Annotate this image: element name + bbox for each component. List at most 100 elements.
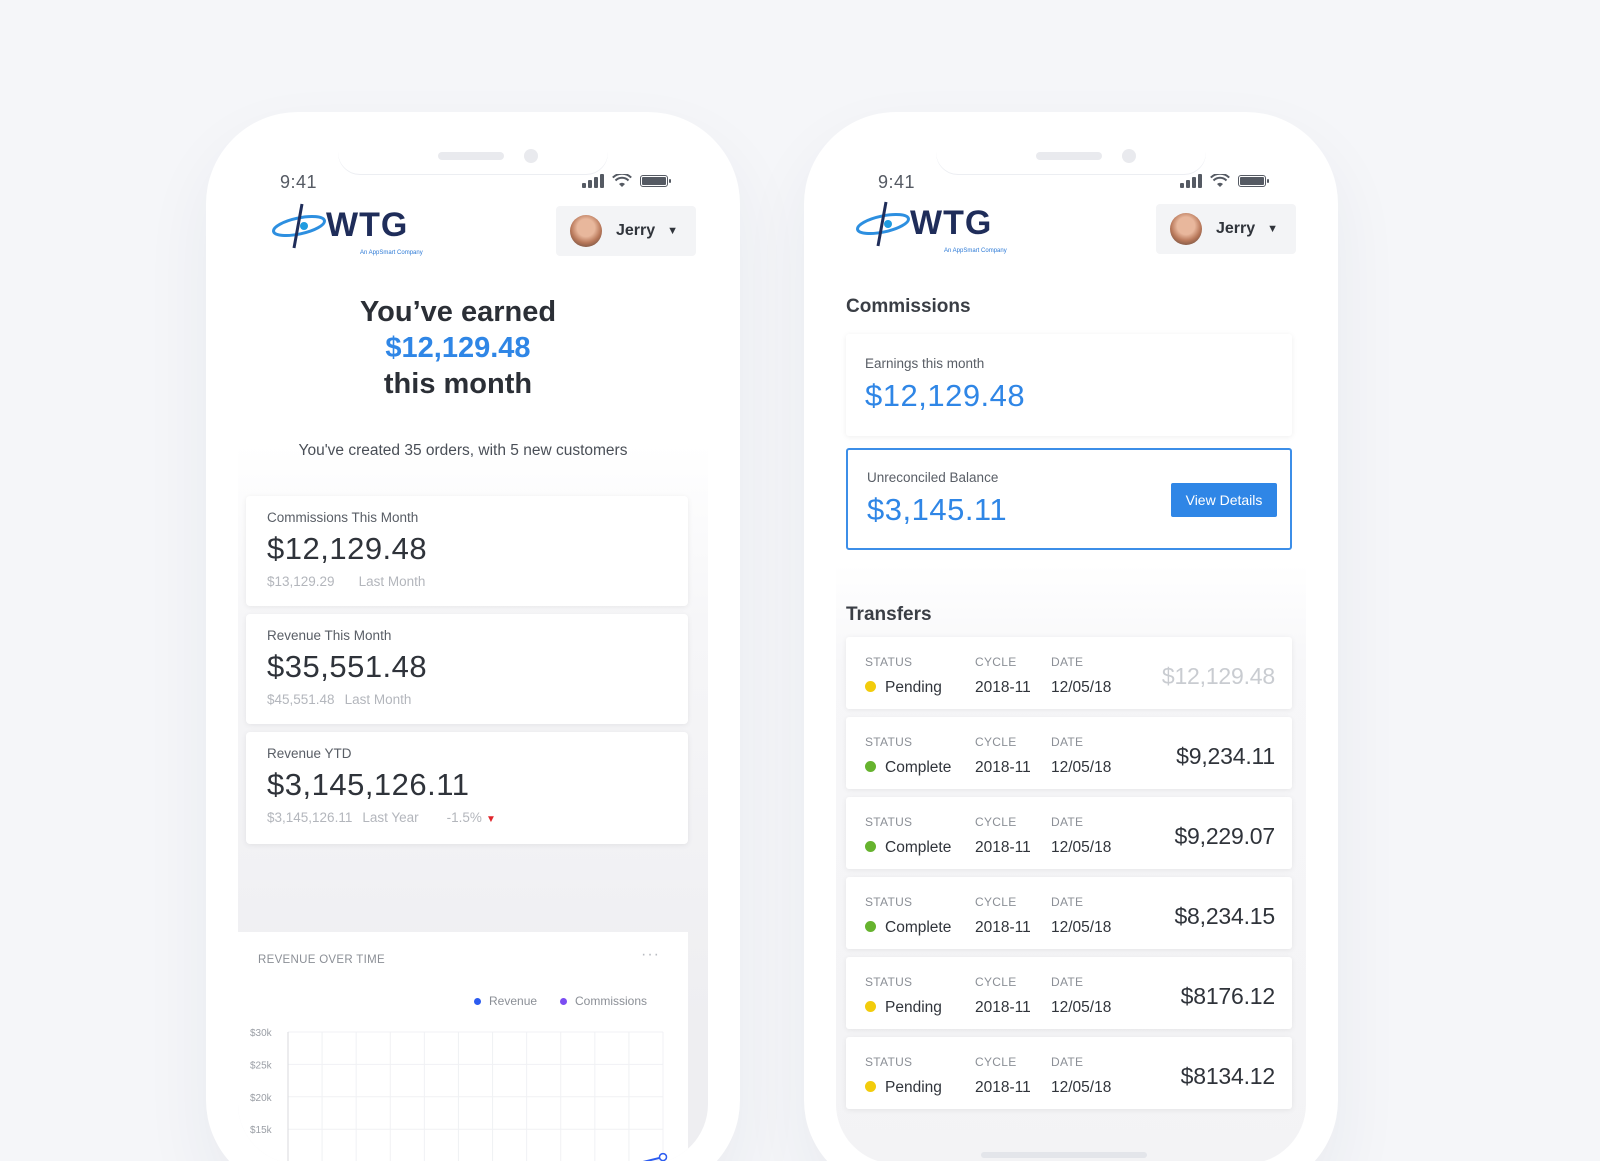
transfer-status: Pending <box>885 1079 942 1096</box>
cycle-header: CYCLE <box>975 735 1017 749</box>
stat-previous-value: $3,145,126.11 <box>267 810 353 825</box>
view-details-button[interactable]: View Details <box>1171 483 1277 517</box>
status-dot-icon <box>865 921 876 932</box>
stat-card-revenue-ytd[interactable]: Revenue YTD $3,145,126.11 $3,145,126.11 L… <box>246 732 688 844</box>
status-header: STATUS <box>865 975 913 989</box>
stat-label: Revenue This Month <box>267 628 392 643</box>
transfer-status: Complete <box>885 919 952 936</box>
transfers-title: Transfers <box>846 604 932 625</box>
cycle-header: CYCLE <box>975 895 1017 909</box>
transfer-cycle: 2018-11 <box>975 679 1031 696</box>
y-tick-label: $10k <box>250 1158 273 1161</box>
y-tick-label: $15k <box>250 1125 273 1136</box>
stat-previous-label: Last Month <box>344 692 412 707</box>
transfer-cycle: 2018-11 <box>975 759 1031 776</box>
revenue-chart: $30k $25k $20k $15k $10k <box>250 1028 668 1161</box>
battery-icon <box>640 175 671 187</box>
hero-line-1: You’ve earned <box>359 296 557 328</box>
transfer-amount: $8,234.15 <box>1174 903 1275 929</box>
revenue-area <box>646 1157 663 1161</box>
stat-footer: $3,145,126.11 Last Year -1.5% ▼ <box>267 810 667 825</box>
transfer-row[interactable]: STATUS CYCLE DATE Complete 2018-11 12/05/18 $9… <box>846 797 1292 869</box>
status-time: 9:41 <box>878 172 916 192</box>
unreconciled-amount: $3,145.11 <box>867 492 1008 527</box>
stat-value: $12,129.48 <box>267 531 428 566</box>
transfer-cycle: 2018-11 <box>975 999 1031 1016</box>
avatar <box>570 215 602 247</box>
date-header: DATE <box>1051 735 1084 749</box>
transfer-amount: $9,229.07 <box>1174 823 1275 849</box>
transfer-amount: $8176.12 <box>1180 983 1276 1009</box>
transfer-row[interactable]: STATUS CYCLE DATE Pending 2018-11 12/05/18 $81… <box>846 1037 1292 1109</box>
transfer-cycle: 2018-11 <box>975 839 1031 856</box>
status-header: STATUS <box>865 895 913 909</box>
stat-previous-value: $13,129.29 <box>267 574 335 589</box>
stat-value: $35,551.48 <box>267 649 428 684</box>
transfer-status: Complete <box>885 759 952 776</box>
transfer-cycle: 2018-11 <box>975 919 1031 936</box>
battery-icon <box>1238 175 1269 187</box>
status-header: STATUS <box>865 735 913 749</box>
hero-line-3: this month <box>383 368 533 400</box>
speaker <box>438 152 504 160</box>
avatar <box>1170 213 1202 245</box>
stat-label: Revenue YTD <box>267 746 352 761</box>
orders-summary: You've created 35 orders, with 5 new cus… <box>298 442 628 459</box>
transfer-row[interactable]: STATUS CYCLE DATE Complete 2018-11 12/05/18 $9… <box>846 717 1292 789</box>
notch <box>338 144 608 174</box>
user-name: Jerry <box>1216 220 1256 237</box>
stat-footer: $13,129.29 Last Month <box>267 574 667 589</box>
wtg-logo: WTG An AppSmart Company <box>272 202 442 262</box>
status-header: STATUS <box>865 1055 913 1069</box>
home-indicator <box>981 1152 1147 1158</box>
logo-tagline: An AppSmart Company <box>360 250 423 256</box>
user-menu-button[interactable]: Jerry ▼ <box>1156 204 1296 254</box>
transfer-row[interactable]: STATUS CYCLE DATE Pending 2018-11 12/05/18 $12… <box>846 637 1292 709</box>
stat-change: -1.5% <box>446 810 482 825</box>
transfer-row[interactable]: STATUS CYCLE DATE Pending 2018-11 12/05/18 $81… <box>846 957 1292 1029</box>
screen-dashboard: 9:41 WTG An AppSmart Company Jerry ▼ You… <box>238 144 708 1161</box>
status-header: STATUS <box>865 815 913 829</box>
date-header: DATE <box>1051 1055 1084 1069</box>
transfer-row[interactable]: STATUS CYCLE DATE Complete 2018-11 12/05/18 $8… <box>846 877 1292 949</box>
earnings-card[interactable]: Earnings this month $12,129.48 <box>846 334 1292 436</box>
logo-text: WTG <box>910 204 992 242</box>
transfer-cycle: 2018-11 <box>975 1079 1031 1096</box>
stat-card-commissions[interactable]: Commissions This Month $12,129.48 $13,12… <box>246 496 688 606</box>
cellular-signal-icon <box>1180 174 1202 188</box>
speaker <box>1036 152 1102 160</box>
status-dot-icon <box>865 1081 876 1092</box>
stat-value: $3,145,126.11 <box>267 767 470 802</box>
camera <box>524 149 538 163</box>
status-dot-icon <box>865 1001 876 1012</box>
date-header: DATE <box>1051 815 1084 829</box>
status-dot-icon <box>865 681 876 692</box>
stat-previous-label: Last Year <box>362 810 419 825</box>
unreconciled-card[interactable]: Unreconciled Balance $3,145.11 View Deta… <box>846 448 1292 550</box>
transfer-status: Pending <box>885 679 942 696</box>
transfer-date: 12/05/18 <box>1051 999 1112 1016</box>
transfer-date: 12/05/18 <box>1051 839 1112 856</box>
y-tick-label: $30k <box>250 1028 273 1039</box>
revenue-line <box>642 1156 664 1161</box>
screen-commissions: 9:41 WTG An AppSmart Company Jerry ▼ Com… <box>836 144 1306 1161</box>
transfer-amount: $8134.12 <box>1180 1063 1276 1089</box>
transfer-amount: $9,234.11 <box>1176 743 1275 769</box>
earnings-amount: $12,129.48 <box>865 378 1026 413</box>
status-icons <box>1180 174 1269 188</box>
status-time: 9:41 <box>280 172 318 192</box>
transfer-status: Complete <box>885 839 952 856</box>
logo-tagline: An AppSmart Company <box>944 248 1007 254</box>
status-icons <box>582 174 671 188</box>
stat-footer: $45,551.48 Last Month <box>267 692 667 707</box>
date-header: DATE <box>1051 655 1084 669</box>
user-menu-button[interactable]: Jerry ▼ <box>556 206 696 256</box>
stat-previous-value: $45,551.48 <box>267 692 335 707</box>
y-tick-label: $25k <box>250 1060 273 1071</box>
cycle-header: CYCLE <box>975 1055 1017 1069</box>
camera <box>1122 149 1136 163</box>
y-tick-label: $20k <box>250 1093 273 1104</box>
transfer-date: 12/05/18 <box>1051 679 1112 696</box>
caret-down-icon: ▼ <box>667 225 679 237</box>
stat-card-revenue-month[interactable]: Revenue This Month $35,551.48 $45,551.48… <box>246 614 688 724</box>
